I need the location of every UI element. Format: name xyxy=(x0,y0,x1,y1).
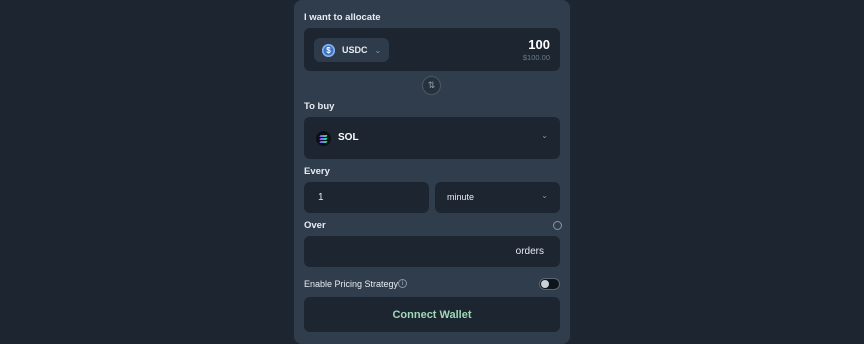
every-unit-select[interactable]: minute ⌄ xyxy=(435,182,560,213)
every-label: Every xyxy=(304,166,330,177)
pricing-strategy-toggle[interactable] xyxy=(539,278,560,290)
swap-button[interactable]: ⇅ xyxy=(422,76,441,95)
chevron-down-icon: ⌄ xyxy=(541,191,548,200)
buy-label: To buy xyxy=(304,101,335,112)
buy-token-selector[interactable]: SOL ⌄ xyxy=(304,117,560,159)
usdc-coin-icon: $ xyxy=(322,43,335,57)
dca-panel: I want to allocate $ USDC ⌄ 100 $100.00 … xyxy=(294,0,570,344)
over-orders-input[interactable]: orders xyxy=(304,236,560,267)
chevron-down-icon: ⌄ xyxy=(541,131,548,140)
every-value: 1 xyxy=(318,192,324,203)
every-unit: minute xyxy=(447,192,475,202)
info-icon[interactable] xyxy=(553,221,562,230)
allocate-input-box[interactable]: $ USDC ⌄ 100 $100.00 xyxy=(304,28,560,71)
sol-coin-icon xyxy=(316,131,331,146)
buy-token-label: SOL xyxy=(338,132,359,143)
allocate-amount[interactable]: 100 xyxy=(528,37,550,52)
connect-wallet-button[interactable]: Connect Wallet xyxy=(304,297,560,332)
orders-suffix: orders xyxy=(515,246,544,257)
toggle-knob xyxy=(541,280,549,288)
swap-vertical-icon: ⇅ xyxy=(427,80,436,90)
over-label: Over xyxy=(304,220,326,231)
allocate-amount-usd: $100.00 xyxy=(522,53,550,62)
pricing-strategy-label: Enable Pricing Strategy xyxy=(304,279,399,289)
allocate-label: I want to allocate xyxy=(304,12,381,23)
allocate-token-selector[interactable]: $ USDC ⌄ xyxy=(314,38,389,62)
chevron-down-icon: ⌄ xyxy=(374,45,382,55)
allocate-token-label: USDC xyxy=(342,45,368,55)
info-icon[interactable]: i xyxy=(398,279,407,288)
every-value-input[interactable]: 1 xyxy=(304,182,429,213)
